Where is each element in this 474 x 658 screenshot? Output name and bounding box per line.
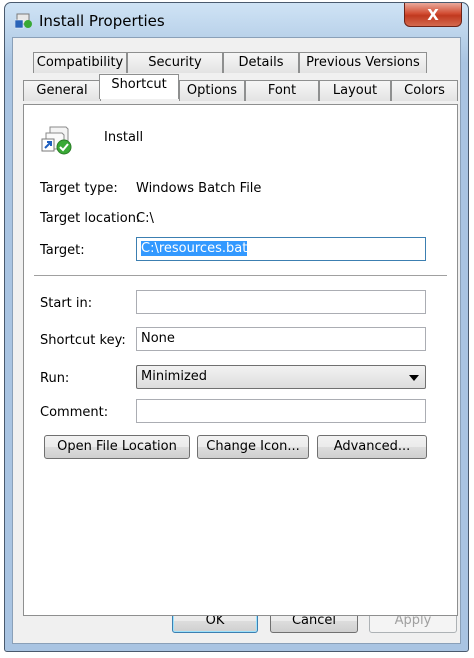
shortcut-batch-file-icon [41, 126, 72, 155]
tab-font[interactable]: Font [245, 80, 319, 101]
section-divider [34, 275, 447, 277]
target-type-label: Target type: [40, 181, 118, 196]
tab-options[interactable]: Options [179, 80, 245, 101]
title-bar[interactable]: Install Properties X [5, 3, 468, 37]
target-value: C:\resources.bat [141, 241, 248, 256]
target-type-value: Windows Batch File [136, 181, 262, 196]
tab-previous-versions[interactable]: Previous Versions [299, 52, 427, 73]
comment-label: Comment: [40, 405, 109, 420]
dialog-body: Compatibility Security Details Previous … [12, 37, 461, 644]
tab-security[interactable]: Security [127, 52, 223, 73]
tab-row-1: Compatibility Security Details Previous … [13, 52, 460, 73]
tab-details[interactable]: Details [223, 52, 299, 73]
advanced-button[interactable]: Advanced... [317, 435, 427, 459]
start-in-input[interactable] [136, 290, 426, 314]
shortcut-key-input[interactable]: None [136, 327, 426, 351]
batch-file-icon [15, 13, 32, 29]
target-input[interactable]: C:\resources.bat [136, 237, 426, 261]
run-selected-value: Minimized [141, 369, 208, 384]
target-label: Target: [40, 243, 85, 258]
open-file-location-button[interactable]: Open File Location [44, 435, 190, 459]
shortcut-key-label: Shortcut key: [40, 333, 126, 348]
run-label: Run: [40, 371, 70, 386]
tab-general[interactable]: General [23, 80, 101, 101]
tab-layout[interactable]: Layout [319, 80, 391, 101]
tab-row-2: General Shortcut Options Font Layout Col… [13, 74, 460, 101]
shortcut-panel: Install Target type: Windows Batch File … [23, 104, 458, 616]
shortcut-name: Install [104, 130, 144, 145]
start-in-label: Start in: [40, 296, 93, 311]
close-button[interactable]: X [404, 3, 462, 27]
tab-colors[interactable]: Colors [391, 80, 458, 101]
change-icon-button[interactable]: Change Icon... [197, 435, 309, 459]
tab-shortcut[interactable]: Shortcut [99, 74, 179, 99]
properties-window: Install Properties X Compatibility Secur… [4, 2, 469, 652]
chevron-down-icon [409, 375, 419, 381]
window-title: Install Properties [39, 12, 165, 30]
target-location-value: C:\ [136, 211, 154, 226]
tab-compatibility[interactable]: Compatibility [33, 52, 127, 73]
close-icon: X [427, 5, 439, 24]
target-location-label: Target location: [40, 211, 141, 226]
comment-input[interactable] [136, 399, 426, 423]
run-dropdown[interactable]: Minimized [136, 365, 426, 389]
